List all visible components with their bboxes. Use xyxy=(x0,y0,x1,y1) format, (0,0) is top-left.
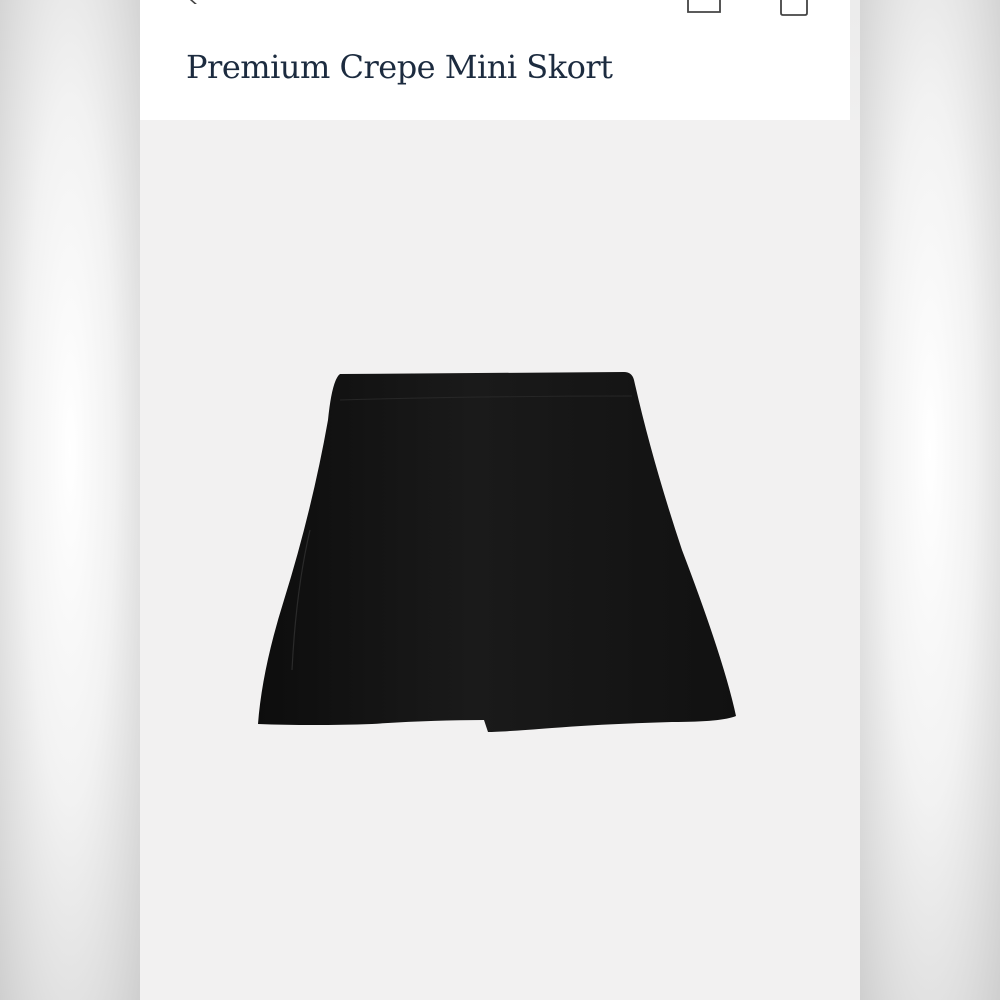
product-image[interactable] xyxy=(140,120,860,1000)
phone-screen: Premium Crepe Mini Skort xyxy=(140,0,860,1000)
account-icon[interactable] xyxy=(686,0,722,14)
shopping-bag-icon[interactable] xyxy=(778,0,810,16)
left-background-blur xyxy=(0,0,140,1000)
product-header: Premium Crepe Mini Skort xyxy=(140,0,850,120)
skort-photo xyxy=(258,372,736,732)
right-background-blur xyxy=(860,0,1000,1000)
product-title: Premium Crepe Mini Skort xyxy=(186,48,613,86)
back-chevron-icon[interactable] xyxy=(186,0,200,4)
skort-body xyxy=(258,372,736,732)
